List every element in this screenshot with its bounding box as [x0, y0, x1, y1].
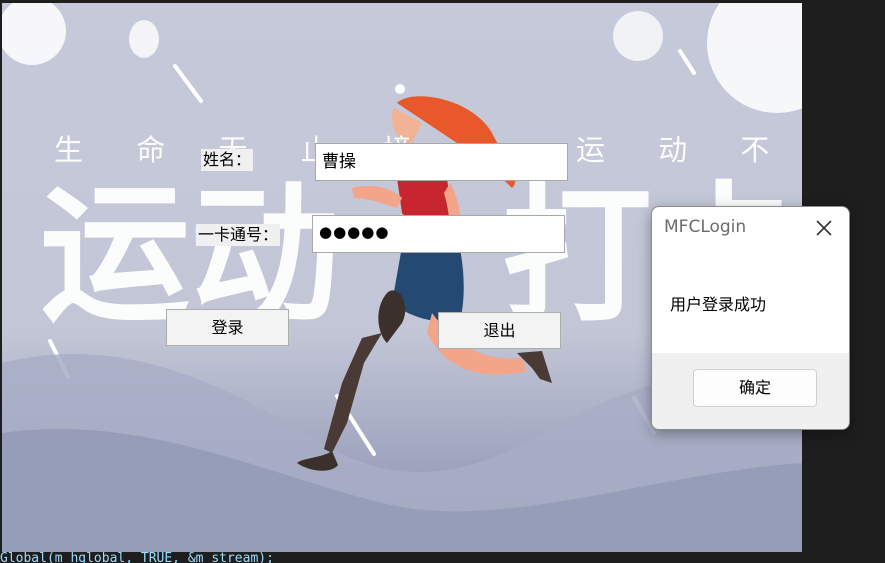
ok-button[interactable]: 确定	[693, 369, 817, 407]
code-editor-line: Global(m_hglobal, TRUE, &m_stream);	[0, 552, 885, 563]
decor-circle	[2, 3, 66, 65]
decor-dot	[395, 84, 405, 94]
slogan-right: 运 动 不 停	[576, 133, 802, 167]
name-label: 姓名：	[201, 149, 254, 171]
decor-line	[678, 49, 696, 75]
message-dialog: MFCLogin 用户登录成功 确定	[651, 206, 850, 430]
decor-circle	[613, 11, 663, 61]
decor-circle	[707, 3, 802, 113]
login-button[interactable]: 登录	[166, 309, 289, 346]
dialog-footer: 确定	[652, 353, 849, 429]
dialog-title: MFCLogin	[664, 217, 747, 237]
name-input[interactable]: 曹操	[315, 143, 568, 181]
dialog-message: 用户登录成功	[670, 295, 767, 314]
card-number-label: 一卡通号：	[196, 224, 281, 246]
exit-button[interactable]: 退出	[438, 312, 561, 349]
decor-line	[173, 64, 203, 103]
decor-circle	[129, 20, 159, 58]
card-number-password-input[interactable]: ●●●●●	[312, 215, 565, 253]
close-icon[interactable]	[812, 216, 836, 240]
